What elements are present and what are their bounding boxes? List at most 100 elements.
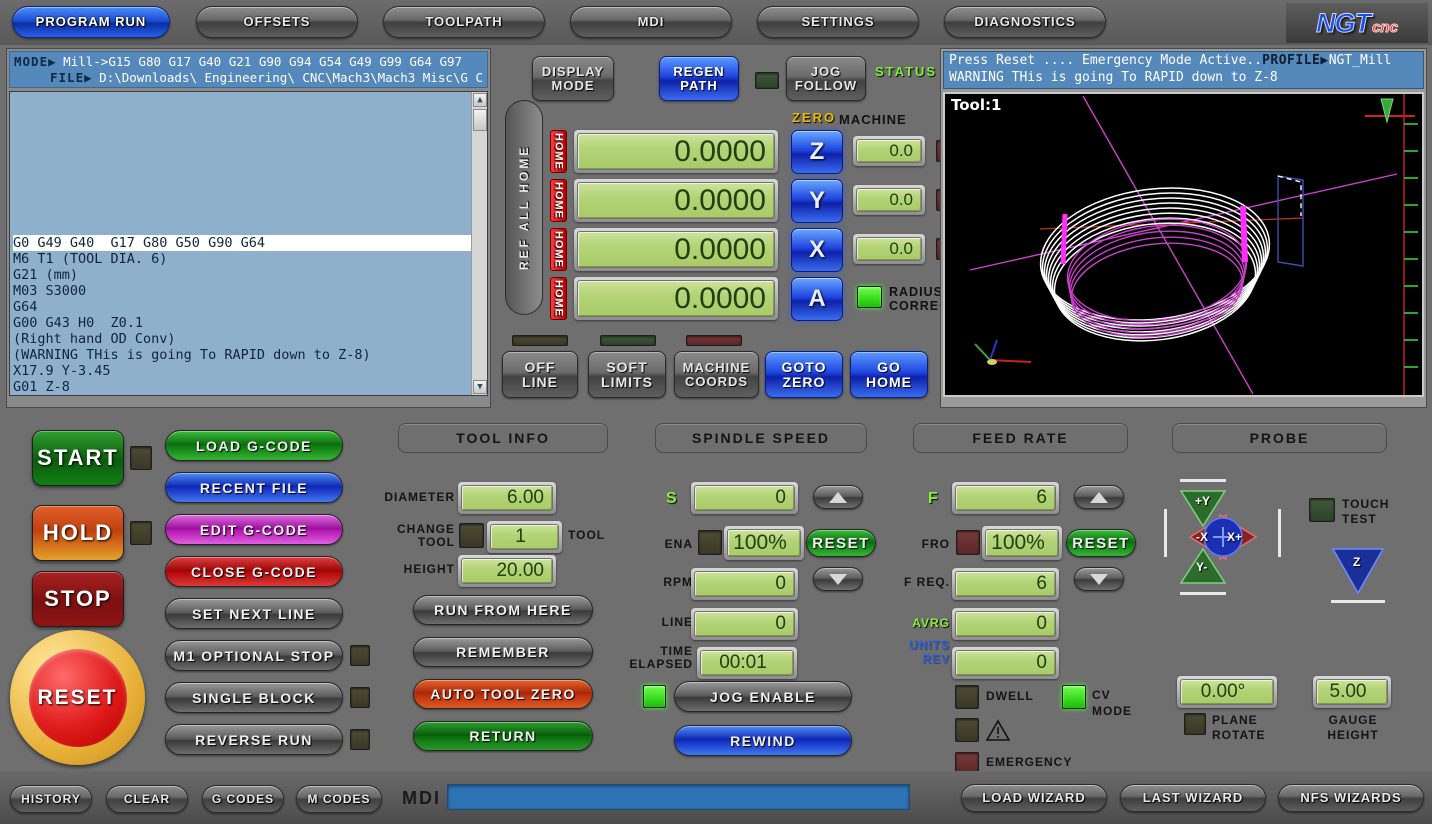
spindle-sro-value[interactable]: 100% [727, 529, 801, 557]
m-codes-button[interactable]: M CODES [296, 785, 382, 813]
auto-tool-zero-button[interactable]: AUTO TOOL ZERO [413, 679, 593, 709]
tool-number-value[interactable]: 1 [490, 524, 559, 550]
run-from-here-button[interactable]: RUN FROM HERE [413, 595, 593, 625]
diameter-value[interactable]: 6.00 [461, 485, 553, 511]
cv-mode-led [1062, 685, 1086, 709]
remember-button[interactable]: REMEMBER [413, 637, 593, 667]
gcode-line[interactable]: (Right hand OD Conv) [13, 331, 471, 347]
time-elapsed-value: 00:01 [700, 650, 794, 676]
feed-decrease-button[interactable] [1074, 567, 1124, 591]
spindle-s-value[interactable]: 0 [694, 485, 795, 511]
set-next-line-button[interactable]: SET NEXT LINE [165, 598, 343, 629]
recent-file-button[interactable]: RECENT FILE [165, 472, 343, 503]
feed-fro-label: FRO [921, 537, 950, 551]
tab-toolpath[interactable]: TOOLPATH [383, 6, 545, 38]
gcode-scrollbar[interactable]: ▲ ▼ [471, 92, 487, 396]
mdi-input[interactable] [447, 784, 910, 810]
zero-label: ZERO [792, 110, 837, 125]
home-button-y[interactable]: HOME [550, 179, 567, 222]
load-wizard-button[interactable]: LOAD WIZARD [961, 784, 1107, 812]
return-button[interactable]: RETURN [413, 721, 593, 751]
feed-freq-label: F REQ. [903, 575, 950, 589]
jog-z-pad: Z [1330, 545, 1386, 595]
spindle-decrease-button[interactable] [813, 567, 863, 591]
feed-f-value[interactable]: 6 [955, 485, 1056, 511]
feed-increase-button[interactable] [1074, 485, 1124, 509]
height-value[interactable]: 20.00 [461, 558, 553, 584]
goto-zero-button[interactable]: GOTO ZERO [765, 351, 843, 398]
home-button-a[interactable]: HOME [550, 277, 567, 320]
scroll-down-icon[interactable]: ▼ [473, 380, 487, 395]
gauge-height-value[interactable]: 5.00 [1316, 679, 1388, 705]
nfs-wizards-button[interactable]: NFS WIZARDS [1278, 784, 1424, 812]
gcode-listing[interactable]: G0 G49 G40 G17 G80 G50 G90 G64 M6 T1 (TOO… [9, 91, 488, 397]
jog-follow-button[interactable]: JOG FOLLOW [786, 56, 866, 101]
tab-label: SETTINGS [801, 14, 875, 30]
plane-rotate-value[interactable]: 0.00° [1180, 679, 1274, 705]
spindle-increase-button[interactable] [813, 485, 863, 509]
m1-optional-stop-button[interactable]: M1 OPTIONAL STOP [165, 640, 343, 671]
mdi-label: MDI [402, 788, 441, 808]
machine-coords-button[interactable]: MACHINE COORDS [674, 351, 759, 398]
stop-button[interactable]: STOP [32, 571, 124, 627]
gcode-line[interactable]: M03 S3000 [13, 283, 471, 299]
clear-button[interactable]: CLEAR [106, 785, 188, 813]
tab-diagnostics[interactable]: DIAGNOSTICS [944, 6, 1106, 38]
g-codes-button[interactable]: G CODES [202, 785, 284, 813]
reset-button[interactable]: RESET [10, 630, 145, 765]
start-button[interactable]: START [32, 430, 124, 486]
zero-axis-button-a[interactable]: A [791, 277, 843, 321]
hold-button[interactable]: HOLD [32, 505, 124, 561]
regen-path-button[interactable]: REGEN PATH [659, 56, 739, 101]
zero-axis-button-z[interactable]: Z [791, 130, 843, 174]
tab-program-run[interactable]: PROGRAM RUN [12, 6, 170, 38]
offline-led [512, 335, 568, 346]
soft-limits-button[interactable]: SOFT LIMITS [588, 351, 666, 398]
gcode-line[interactable]: G00 G43 H0 Z0.1 [13, 315, 471, 331]
close-g-code-button[interactable]: CLOSE G-CODE [165, 556, 343, 587]
scroll-up-icon[interactable]: ▲ [473, 93, 487, 108]
go-home-button[interactable]: GO HOME [850, 351, 928, 398]
single-block-button[interactable]: SINGLE BLOCK [165, 682, 343, 713]
dro-work-y[interactable]: 0.0000 [577, 182, 775, 219]
reverse-run-button[interactable]: REVERSE RUN [165, 724, 343, 755]
edit-g-code-button[interactable]: EDIT G-CODE [165, 514, 343, 545]
tab-settings[interactable]: SETTINGS [757, 6, 919, 38]
zero-axis-button-x[interactable]: X [791, 228, 843, 272]
zero-axis-button-y[interactable]: Y [791, 179, 843, 223]
jog-z-button[interactable] [1330, 545, 1386, 595]
scroll-thumb[interactable] [473, 109, 487, 132]
dro-work-x[interactable]: 0.0000 [577, 231, 775, 268]
spindle-reset-button[interactable]: RESET [806, 529, 876, 557]
warning-triangle-icon [986, 719, 1010, 741]
feed-fro-value[interactable]: 100% [985, 529, 1059, 557]
tab-offsets[interactable]: OFFSETS [196, 6, 358, 38]
rewind-button[interactable]: REWIND [674, 725, 852, 756]
plane-rotate-led [1184, 713, 1206, 735]
toolpath-viewport[interactable]: Tool:1 [943, 91, 1424, 397]
tab-mdi[interactable]: MDI [570, 6, 732, 38]
file-row: FILE▶ D:\Downloads\ Engineering\ CNC\Mac… [14, 70, 483, 86]
jog-enable-button[interactable]: JOG ENABLE [674, 681, 852, 712]
off-line-button[interactable]: OFF LINE [502, 351, 578, 398]
gcode-line[interactable]: X17.9 Y-3.45 [13, 363, 471, 379]
units-rev-value: 0 [955, 650, 1056, 676]
ref-all-home-button[interactable]: REF ALL HOME [505, 100, 543, 315]
home-button-x[interactable]: HOME [550, 228, 567, 271]
gcode-line[interactable]: G21 (mm) [13, 267, 471, 283]
feed-reset-button[interactable]: RESET [1066, 529, 1136, 557]
gcode-line[interactable]: G0 G49 G40 G17 G80 G50 G90 G64 [13, 235, 471, 252]
gcode-line[interactable]: M6 T1 (TOOL DIA. 6) [13, 251, 471, 267]
profile-value: NGT_Mill [1328, 53, 1392, 68]
home-button-z[interactable]: HOME [550, 130, 567, 173]
dro-work-a[interactable]: 0.0000 [577, 280, 775, 317]
gcode-line[interactable]: G01 Z-8 [13, 379, 471, 395]
history-button[interactable]: HISTORY [10, 785, 92, 813]
gcode-line[interactable]: G64 [13, 299, 471, 315]
gcode-line[interactable]: (WARNING THis is going To RAPID down to … [13, 347, 471, 363]
dro-work-z[interactable]: 0.0000 [577, 133, 775, 170]
jog-center-button[interactable] [1206, 520, 1240, 554]
display-mode-button[interactable]: DISPLAY MODE [532, 56, 614, 101]
last-wizard-button[interactable]: LAST WIZARD [1120, 784, 1266, 812]
load-g-code-button[interactable]: LOAD G-CODE [165, 430, 343, 461]
